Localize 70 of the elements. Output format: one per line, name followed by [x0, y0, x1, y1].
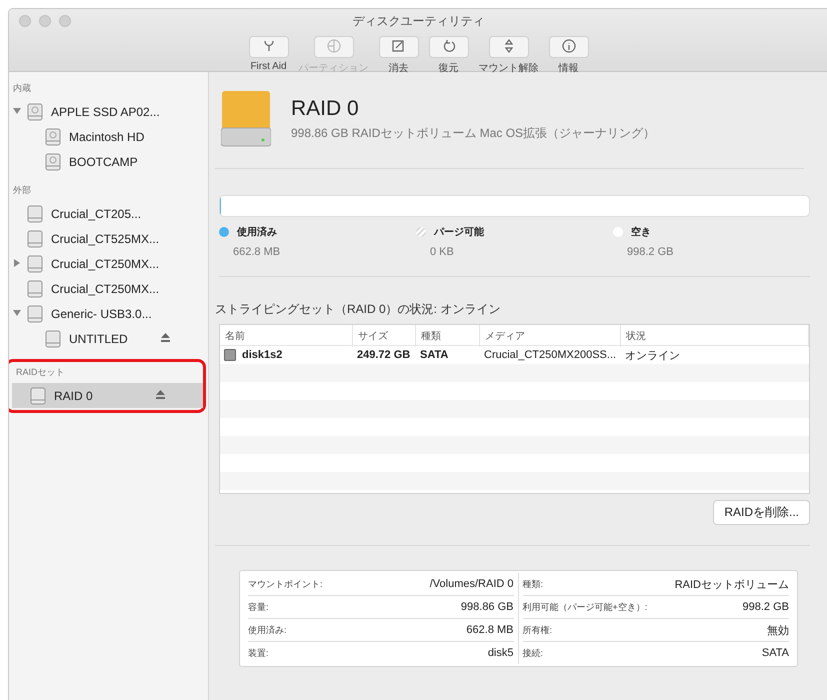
info-value: 998.2 GB: [742, 601, 789, 613]
volume-description: 998.86 GB RAIDセットボリューム Mac OS拡張（ジャーナリング）: [291, 124, 656, 142]
drive-icon: [27, 230, 43, 248]
toolbar-label: 消去: [388, 62, 408, 75]
info-icon: [560, 39, 576, 55]
toolbar-label: 復元: [438, 62, 458, 75]
info-value: SATA: [762, 647, 789, 659]
volume-name: RAID 0: [291, 96, 360, 120]
section-title: RAIDセット: [15, 366, 66, 379]
info-label: 容量:: [248, 600, 269, 614]
info-label: 装置:: [248, 646, 269, 660]
disclosure-down-icon[interactable]: [13, 106, 21, 114]
info-value: disk5: [488, 647, 514, 659]
pie-chart-icon: [326, 39, 342, 55]
legend-value: 662.8 MB: [233, 246, 282, 258]
sidebar-item[interactable]: UNTITLED: [9, 326, 208, 351]
legend-label: パージ可能: [434, 226, 484, 239]
drive-icon: [27, 254, 43, 272]
sidebar-item[interactable]: Crucial_CT250MX...: [9, 251, 208, 276]
window-title: ディスクユーティリティ: [352, 13, 484, 30]
info-label: 種類:: [522, 578, 544, 590]
info-value: 無効: [767, 624, 789, 638]
table-cell: SATA: [420, 349, 448, 361]
toolbar-button[interactable]: [248, 36, 288, 58]
sidebar-item[interactable]: Crucial_CT525MX...: [9, 226, 208, 251]
table-cell: disk1s2: [242, 349, 282, 361]
sidebar-item[interactable]: APPLE SSD AP02...: [9, 99, 208, 124]
section-title: 外部: [12, 184, 32, 197]
sidebar-item[interactable]: Crucial_CT205...: [9, 201, 208, 226]
raid-status: ストライピングセット（RAID 0）の状況: オンライン: [215, 301, 502, 318]
toolbar-button[interactable]: [428, 36, 468, 58]
table-cell-text: オンライン: [625, 348, 680, 362]
drive-icon: [221, 90, 271, 148]
info-value: /Volumes/RAID 0: [430, 578, 514, 590]
legend-value: 998.2 GB: [627, 246, 674, 258]
info-label: 利用可能（パージ可能+空き）:: [522, 600, 648, 614]
delete-raid-button[interactable]: RAIDを削除...: [713, 500, 810, 525]
info-label: 接続:: [522, 646, 544, 660]
legend-value: 0 KB: [430, 246, 455, 258]
drive-icon: [27, 280, 43, 298]
sidebar-item[interactable]: Macintosh HD: [9, 124, 208, 149]
legend-label: 空き: [631, 226, 651, 239]
info-label: 使用済み:: [248, 624, 287, 636]
disclosure-down-icon[interactable]: [13, 308, 21, 316]
legend-label: 使用済み: [237, 225, 277, 239]
toolbar-button[interactable]: [378, 36, 418, 58]
drive-icon: [45, 330, 61, 348]
sidebar-item[interactable]: BOOTCAMP: [9, 149, 208, 174]
info-value: 998.86 GB: [460, 601, 514, 613]
section-title: 内蔵: [12, 82, 32, 95]
toolbar-label: 情報: [558, 62, 578, 75]
table-cell: 249.72 GB: [357, 349, 410, 361]
sidebar-item[interactable]: Crucial_CT250MX...: [9, 276, 208, 301]
info-label: 所有権:: [522, 624, 552, 636]
info-value: 662.8 MB: [466, 624, 514, 636]
drive-icon: [27, 304, 43, 322]
drive-icon: [27, 204, 43, 222]
info-label: マウントポイント:: [248, 578, 323, 590]
table-cell: Crucial_CT250MX200SS...: [484, 349, 616, 361]
toolbar-button[interactable]: [548, 36, 588, 58]
toolbar-label: First Aid: [250, 61, 287, 72]
toolbar-button[interactable]: [488, 36, 528, 58]
eject-icon[interactable]: [161, 332, 170, 342]
toolbar-label: マウント解除: [478, 62, 538, 75]
drive-icon: [30, 386, 46, 404]
sidebar-item[interactable]: RAID 0: [12, 383, 203, 408]
eject-icon[interactable]: [156, 390, 165, 398]
sidebar-item[interactable]: Generic- USB3.0...: [9, 301, 208, 326]
info-value: RAIDセットボリューム: [674, 578, 789, 592]
disclosure-right-icon[interactable]: [13, 258, 21, 266]
